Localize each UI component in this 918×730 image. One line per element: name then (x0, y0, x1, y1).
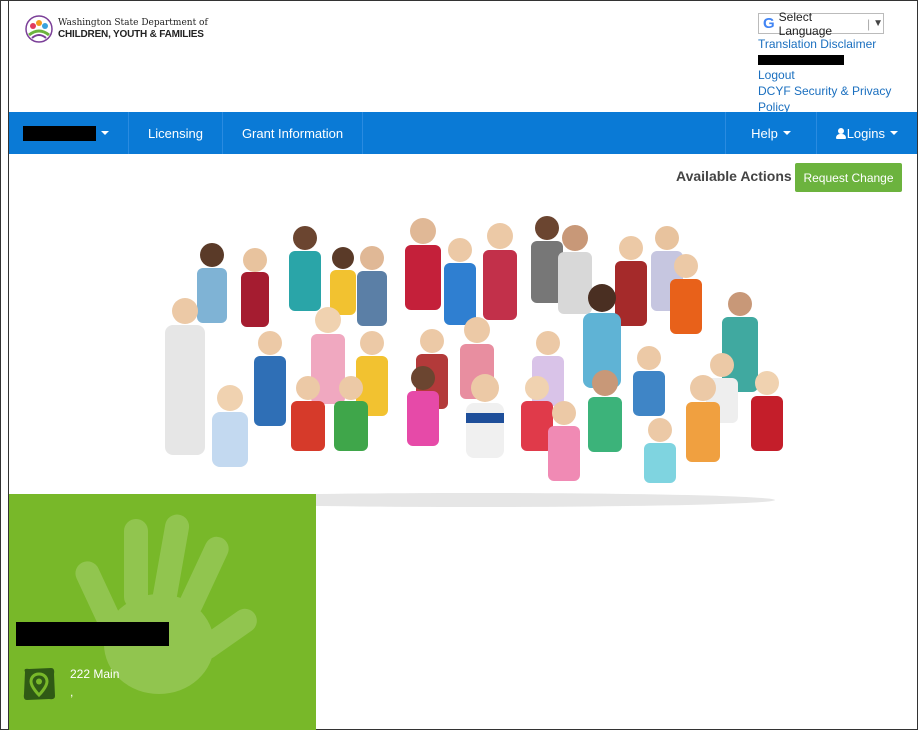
language-separator: | (866, 16, 871, 31)
caret-down-icon (890, 131, 898, 135)
security-privacy-link[interactable]: DCYF Security & Privacy Policy (758, 83, 918, 115)
main-nav: Licensing Grant Information Help Logins (9, 112, 917, 154)
translation-disclaimer-link[interactable]: Translation Disclaimer (758, 36, 918, 52)
nav-item-logins[interactable]: Logins (816, 112, 917, 154)
caret-down-icon (101, 131, 109, 135)
nav-item-licensing[interactable]: Licensing (129, 112, 223, 154)
caret-down-icon (782, 131, 791, 135)
provider-info-panel: 222 Main , (9, 494, 316, 730)
logo-line1: Washington State Department of (58, 18, 208, 28)
location-pin-icon (21, 666, 57, 702)
nav-item-label: Grant Information (241, 125, 344, 141)
nav-item-label: Licensing (148, 125, 203, 141)
nav-help-label: Help (751, 125, 778, 141)
redacted-account-name (23, 125, 96, 141)
top-links: Translation Disclaimer Logout DCYF Secur… (758, 36, 918, 115)
provider-address-line2: , (70, 685, 74, 699)
logo-line2: CHILDREN, YOUTH & FAMILIES (58, 29, 204, 40)
logo-text: Washington State Department of CHILDREN,… (58, 17, 208, 41)
available-actions-label: Available Actions : (676, 168, 801, 184)
dcyf-logo-icon (24, 15, 54, 43)
logout-link[interactable]: Logout (758, 67, 918, 83)
nav-item-help[interactable]: Help (725, 112, 816, 154)
nav-item-grant-information[interactable]: Grant Information (223, 112, 364, 154)
language-select[interactable]: G Select Language | ▼ (758, 10, 884, 38)
hero-image-children (155, 208, 800, 508)
redacted-provider-name (16, 622, 169, 646)
google-translate-icon: G (763, 15, 775, 32)
request-change-button[interactable]: Request Change (795, 163, 902, 192)
provider-address-line1: 222 Main (70, 667, 120, 681)
nav-right: Help Logins (725, 112, 917, 154)
dropdown-arrow-icon: ▼ (873, 18, 883, 29)
user-icon (836, 127, 843, 139)
redacted-username (758, 55, 844, 65)
hand-print-icon (64, 514, 264, 719)
nav-logins-label: Logins (846, 125, 885, 141)
language-select-label: Select Language (778, 9, 833, 38)
nav-item-account-dropdown[interactable] (9, 112, 129, 154)
dcyf-logo[interactable]: Washington State Department of CHILDREN,… (24, 15, 208, 43)
